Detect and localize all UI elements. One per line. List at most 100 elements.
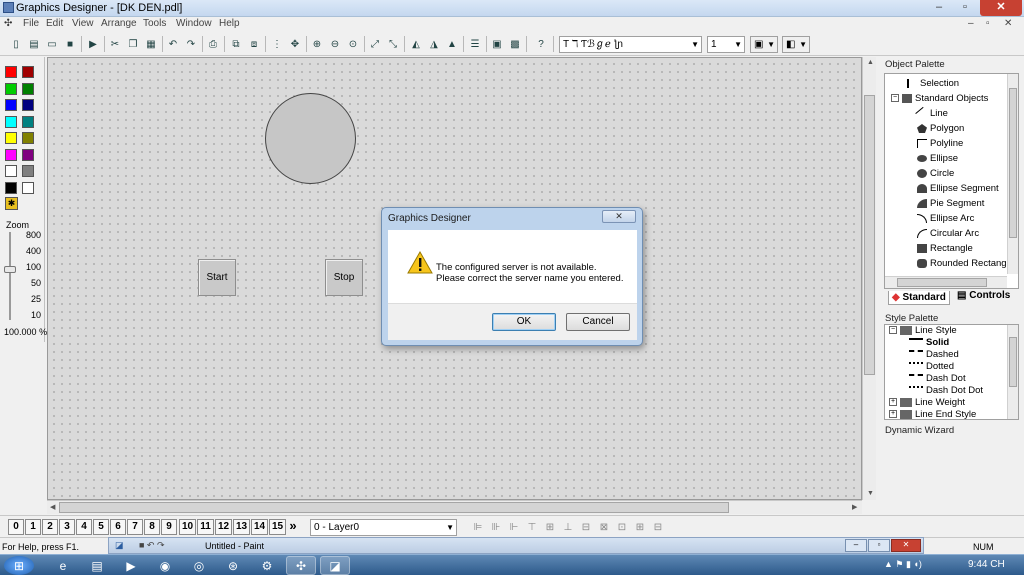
dialog-close-button[interactable]: ✕ <box>602 210 636 223</box>
align-bottom-icon[interactable]: ⊥ <box>560 519 576 535</box>
color-swatch[interactable] <box>5 115 17 128</box>
tree-item-ellipse-arc[interactable]: Ellipse Arc <box>917 211 974 226</box>
chrome-icon[interactable]: ⊛ <box>218 556 248 575</box>
doc-icon[interactable]: ✣ <box>4 18 12 29</box>
color-swatch[interactable] <box>5 66 17 78</box>
rotate-icon[interactable]: ⤡ <box>385 36 401 52</box>
align-icon[interactable]: ⤢ <box>367 36 383 52</box>
tree-item-ellipse-segment[interactable]: Ellipse Segment <box>917 181 999 196</box>
layer-15-button[interactable]: 15 <box>269 519 286 535</box>
library-icon[interactable]: ▩ <box>507 36 523 52</box>
flip-icon[interactable]: ▲ <box>444 36 460 52</box>
layer-2-button[interactable]: 2 <box>42 519 58 535</box>
layer-9-button[interactable]: 9 <box>161 519 177 535</box>
menu-arrange[interactable]: Arrange <box>101 18 137 29</box>
font-name-select[interactable]: T ℸ Ƭℬℊℯ ƪɲ ▼ <box>559 36 702 53</box>
tree-item-polygon[interactable]: Polygon <box>917 121 964 136</box>
color-swatch[interactable] <box>22 66 34 78</box>
zoom-level-800[interactable]: 800 <box>24 230 41 240</box>
color-swatch[interactable] <box>22 82 34 95</box>
zoom-slider-thumb[interactable] <box>4 266 16 273</box>
tree-item-ellipse[interactable]: Ellipse <box>917 151 958 166</box>
file-explorer-icon[interactable]: ▤ <box>82 556 112 575</box>
zoom-level-50[interactable]: 50 <box>24 278 41 288</box>
layer-8-button[interactable]: 8 <box>144 519 160 535</box>
layer-4-button[interactable]: 4 <box>76 519 92 535</box>
tree-item-rounded-rectangle[interactable]: Rounded Rectang <box>917 256 1007 271</box>
save-icon[interactable]: ■ <box>62 36 78 52</box>
object-palette-tree[interactable]: Selection − Standard Objects Line Polygon… <box>884 73 1019 289</box>
color-swatch[interactable] <box>5 99 17 111</box>
line-color-select[interactable]: ▣ ▼ <box>750 36 778 53</box>
color-swatch[interactable] <box>22 181 34 194</box>
zoom-level-10[interactable]: 10 <box>24 310 41 320</box>
tool-icon[interactable]: ⚙ <box>252 556 282 575</box>
tree-item-selection[interactable]: Selection <box>907 76 959 91</box>
paint-close-button[interactable]: ✕ <box>891 539 921 552</box>
menu-help[interactable]: Help <box>219 18 240 29</box>
zoom-out-icon[interactable]: ⊖ <box>327 36 343 52</box>
layer-12-button[interactable]: 12 <box>215 519 232 535</box>
tree-item-circle[interactable]: Circle <box>917 166 954 181</box>
layer-select[interactable]: 0 - Layer0 ▼ <box>310 519 457 536</box>
color-swatch[interactable] <box>5 165 17 177</box>
zoom-slider-track[interactable] <box>9 232 11 320</box>
color-swatch[interactable] <box>22 115 34 128</box>
tree-item-line-weight[interactable]: + Line Weight <box>889 397 965 409</box>
browser-icon[interactable]: ◎ <box>184 556 214 575</box>
doc-close-button[interactable]: ✕ <box>1004 18 1012 29</box>
copy-icon[interactable]: ❐ <box>125 36 141 52</box>
style-dash-dot-dot[interactable]: Dash Dot Dot <box>909 385 983 397</box>
tree-item-polyline[interactable]: Polyline <box>917 136 963 151</box>
distribute-icon[interactable]: ⊟ <box>650 519 666 535</box>
vertical-scroll-thumb[interactable] <box>864 95 875 375</box>
zoom-level-100[interactable]: 100 <box>24 262 41 272</box>
zoom-fit-icon[interactable]: ⊙ <box>345 36 361 52</box>
layer-7-button[interactable]: 7 <box>127 519 143 535</box>
cancel-button[interactable]: Cancel <box>566 313 630 331</box>
menu-file[interactable]: File <box>23 18 39 29</box>
tree-item-pie-segment[interactable]: Pie Segment <box>917 196 984 211</box>
layer-3-button[interactable]: 3 <box>59 519 75 535</box>
layer-6-button[interactable]: 6 <box>110 519 126 535</box>
print-icon[interactable]: ⎙ <box>205 36 221 52</box>
tab-standard[interactable]: ◆ Standard <box>888 291 950 305</box>
doc-minimize-button[interactable]: ‒ <box>968 18 974 29</box>
tree-item-line-end-style[interactable]: + Line End Style <box>889 409 976 419</box>
color-swatch[interactable] <box>5 82 17 95</box>
mirror-horizontal-icon[interactable]: ◭ <box>408 36 424 52</box>
style-dashed[interactable]: Dashed <box>909 349 959 361</box>
properties-icon[interactable]: ▣ <box>489 36 505 52</box>
run-icon[interactable]: ▶ <box>85 36 101 52</box>
tab-controls[interactable]: ▤ Controls <box>954 289 1013 303</box>
group-icon[interactable]: ⧉ <box>228 36 244 52</box>
new-template-icon[interactable]: ▤ <box>26 36 42 52</box>
align-right-icon[interactable]: ⊩ <box>506 519 522 535</box>
layer-14-button[interactable]: 14 <box>251 519 268 535</box>
zoom-level-400[interactable]: 400 <box>24 246 41 256</box>
align-center-icon[interactable]: ⊪ <box>488 519 504 535</box>
open-icon[interactable]: ▭ <box>44 36 60 52</box>
color-swatch[interactable] <box>5 148 17 161</box>
object-tree-hscroll[interactable] <box>885 276 1007 288</box>
scroll-left-icon[interactable]: ◀ <box>50 503 55 511</box>
paste-icon[interactable]: ▦ <box>143 36 159 52</box>
menu-window[interactable]: Window <box>176 18 212 29</box>
ok-button[interactable]: OK <box>492 313 556 331</box>
layers-icon[interactable]: ☰ <box>467 36 483 52</box>
more-layers-button[interactable]: » <box>285 519 301 535</box>
color-swatch[interactable] <box>5 132 17 144</box>
style-dotted[interactable]: Dotted <box>909 361 954 373</box>
graphics-designer-task-icon[interactable]: ✣ <box>286 556 316 575</box>
start-orb-icon[interactable]: ⊞ <box>4 556 34 575</box>
menu-view[interactable]: View <box>72 18 94 29</box>
snap-icon[interactable]: ✥ <box>287 36 303 52</box>
start-button[interactable]: Start <box>198 259 236 296</box>
firefox-icon[interactable]: ◉ <box>150 556 180 575</box>
scroll-up-icon[interactable]: ▲ <box>867 59 874 66</box>
tray-icons[interactable]: ▲ ⚑ ▮ ◖) <box>884 559 922 570</box>
paint-minimize-button[interactable]: ‒ <box>845 539 867 552</box>
undo-icon[interactable]: ↶ <box>165 36 181 52</box>
align-top-icon[interactable]: ⊤ <box>524 519 540 535</box>
color-swatch[interactable] <box>22 148 34 161</box>
